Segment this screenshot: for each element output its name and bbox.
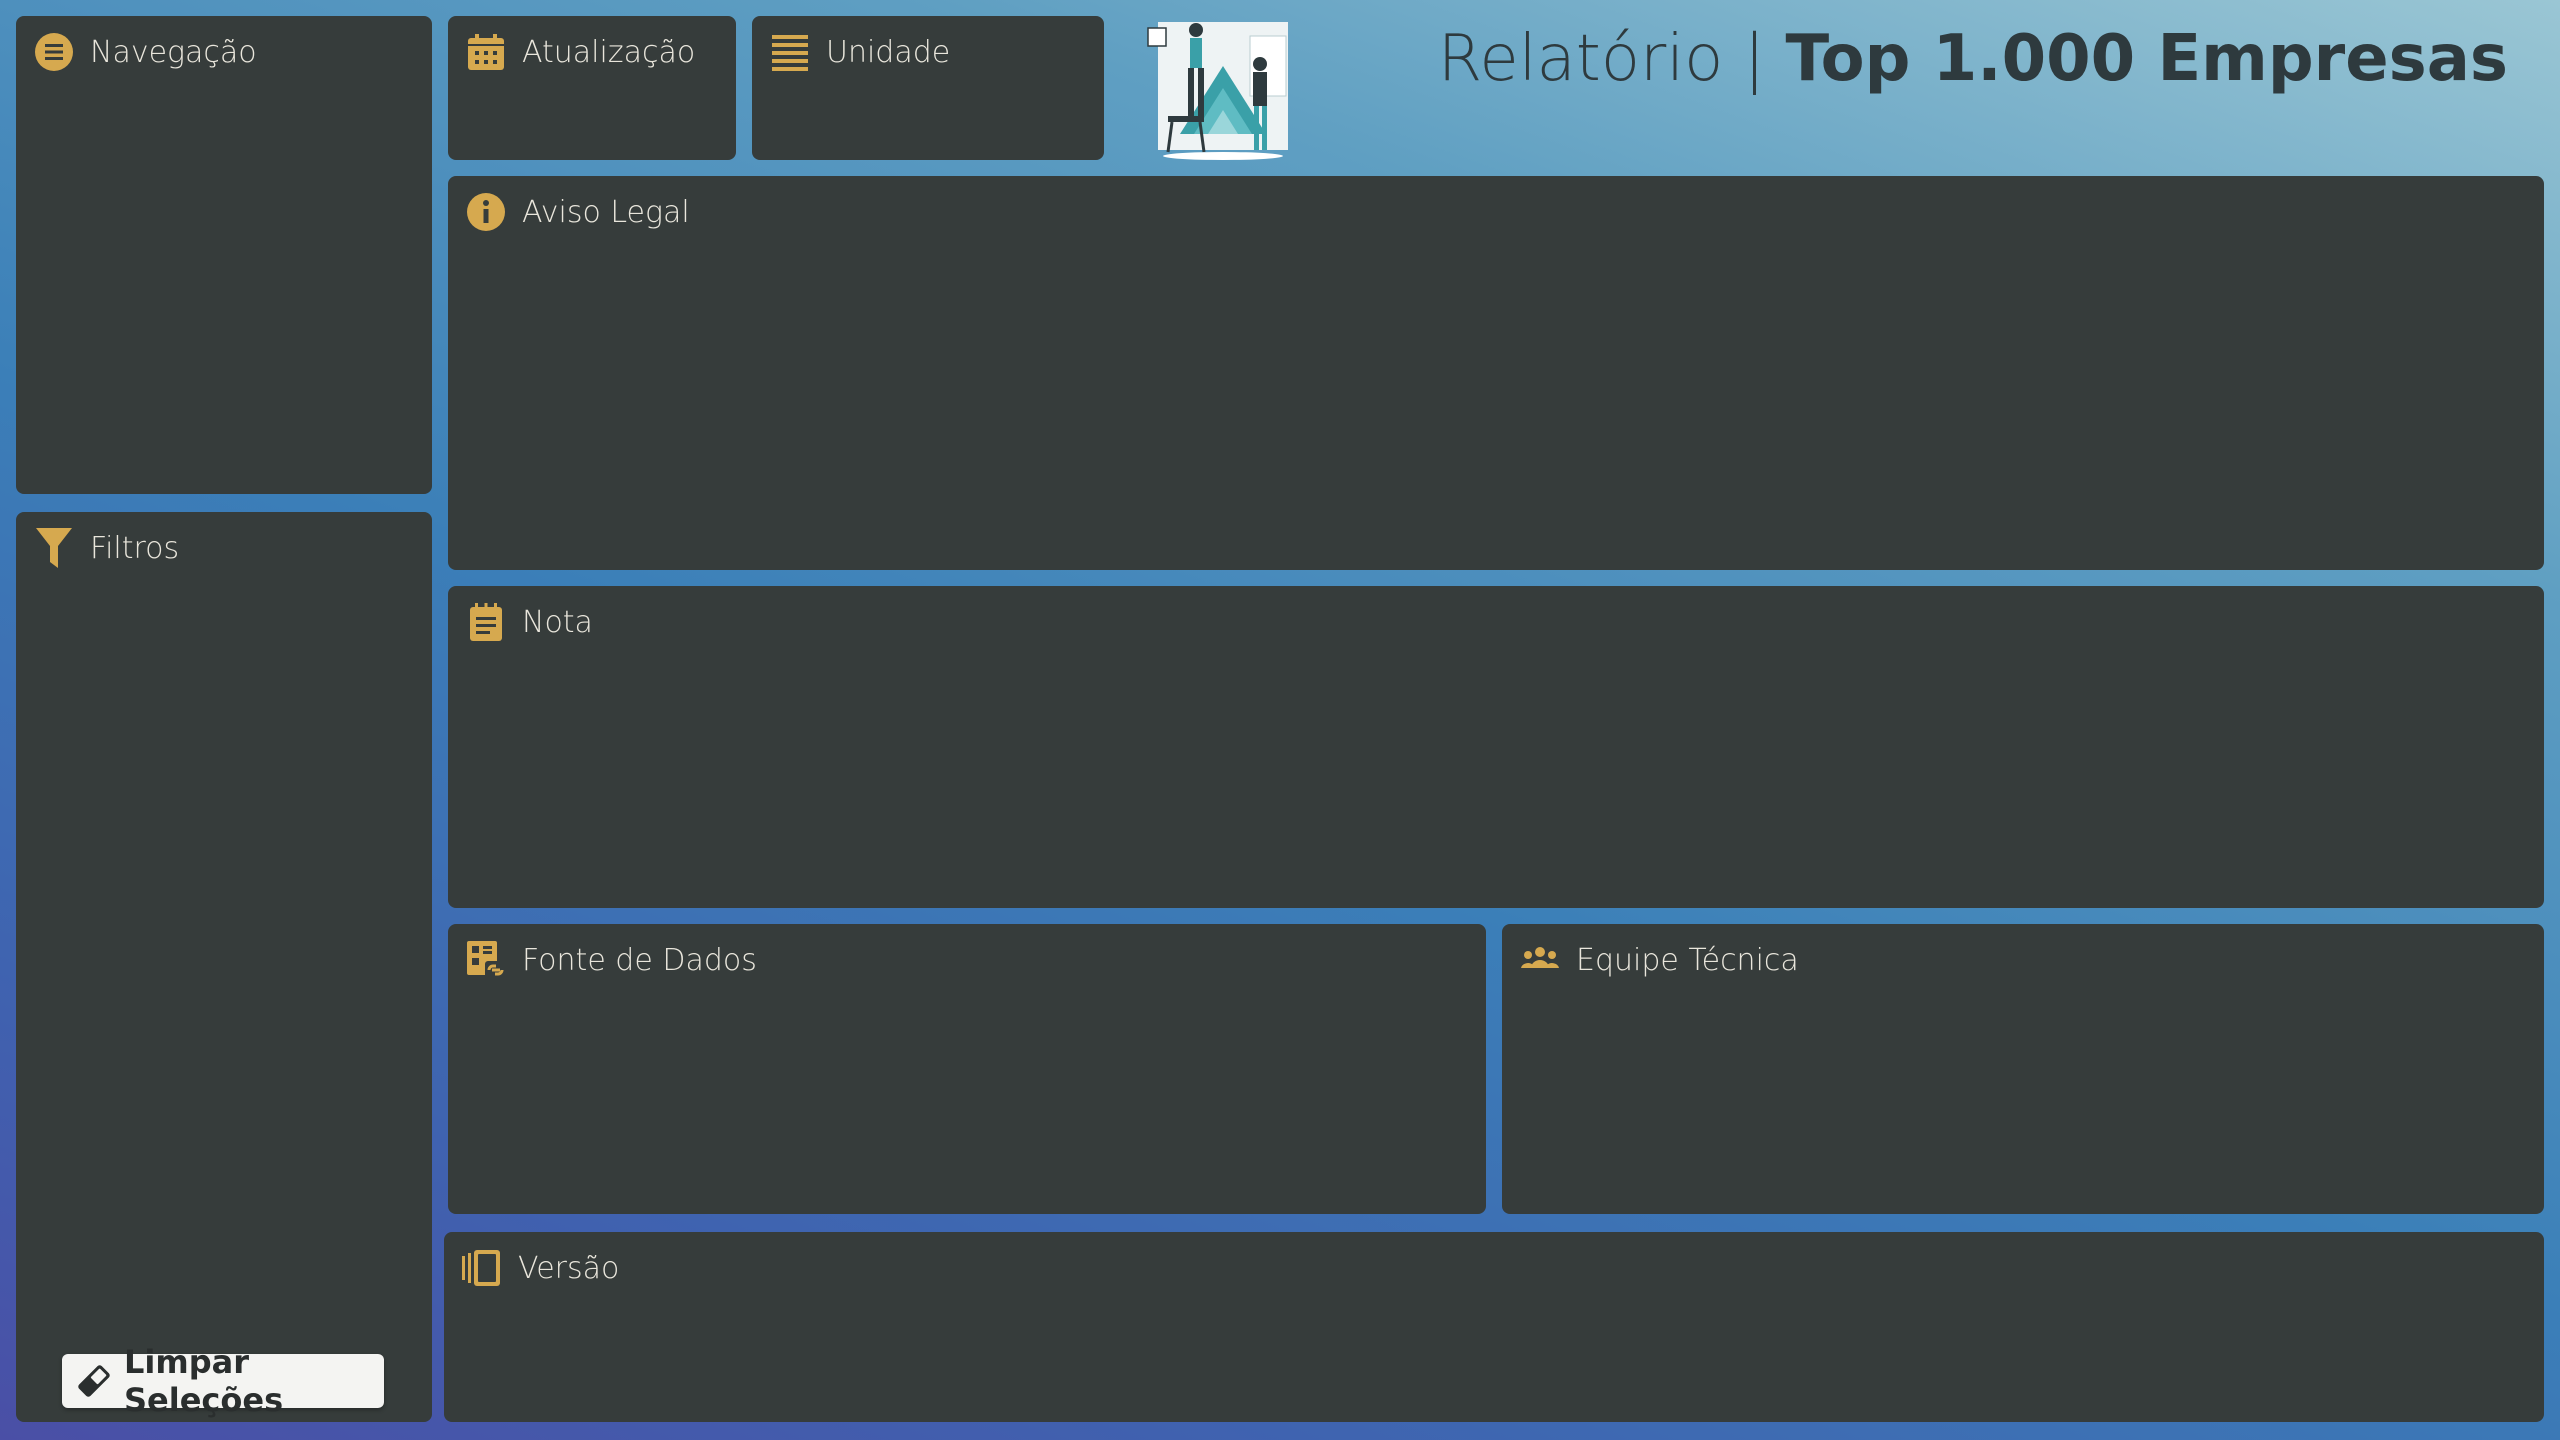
info-icon — [464, 190, 508, 234]
navigation-panel: Navegação — [16, 16, 432, 494]
data-source-icon — [464, 938, 508, 982]
technical-team-header: Equipe Técnica — [1518, 938, 1799, 982]
update-panel: Atualização — [448, 16, 736, 160]
clear-selections-label: Limpar Seleções — [124, 1343, 284, 1419]
legal-notice-panel: Aviso Legal — [448, 176, 2544, 570]
team-icon — [1518, 938, 1562, 982]
technical-team-panel: Equipe Técnica — [1502, 924, 2544, 1214]
filters-panel: Filtros — [16, 512, 432, 1422]
filters-header: Filtros — [32, 526, 179, 570]
navigation-label: Navegação — [90, 34, 257, 70]
filters-label: Filtros — [90, 530, 180, 566]
note-panel: Nota — [448, 586, 2544, 908]
data-source-header: Fonte de Dados — [464, 938, 757, 982]
menu-icon — [32, 30, 76, 74]
version-header: Versão — [460, 1246, 619, 1290]
unit-panel: Unidade — [752, 16, 1104, 160]
calendar-icon — [464, 30, 508, 74]
navigation-header: Navegação — [32, 30, 257, 74]
eraser-icon — [74, 1361, 114, 1401]
title-prefix: Relatório — [1437, 22, 1724, 96]
legal-notice-header: Aviso Legal — [464, 190, 690, 234]
legal-notice-label: Aviso Legal — [522, 194, 690, 230]
update-header: Atualização — [464, 30, 695, 74]
version-label: Versão — [518, 1250, 620, 1286]
data-source-panel: Fonte de Dados — [448, 924, 1486, 1214]
clear-selections-button[interactable]: Limpar Seleções — [62, 1343, 384, 1419]
technical-team-label: Equipe Técnica — [1576, 942, 1799, 978]
note-header: Nota — [464, 600, 593, 644]
title-main: Top 1.000 Empresas — [1785, 22, 2509, 96]
list-icon — [768, 30, 812, 74]
note-icon — [464, 600, 508, 644]
unit-header: Unidade — [768, 30, 950, 74]
note-label: Nota — [522, 604, 593, 640]
filter-icon — [32, 526, 76, 570]
version-icon — [460, 1246, 504, 1290]
unit-label: Unidade — [826, 34, 951, 70]
page-title: Relatório | Top 1.000 Empresas — [1438, 22, 2508, 96]
version-panel: Versão — [444, 1232, 2544, 1422]
title-separator: | — [1743, 22, 1766, 96]
team-illustration — [1138, 16, 1308, 162]
data-source-label: Fonte de Dados — [522, 942, 757, 978]
update-label: Atualização — [522, 34, 696, 70]
